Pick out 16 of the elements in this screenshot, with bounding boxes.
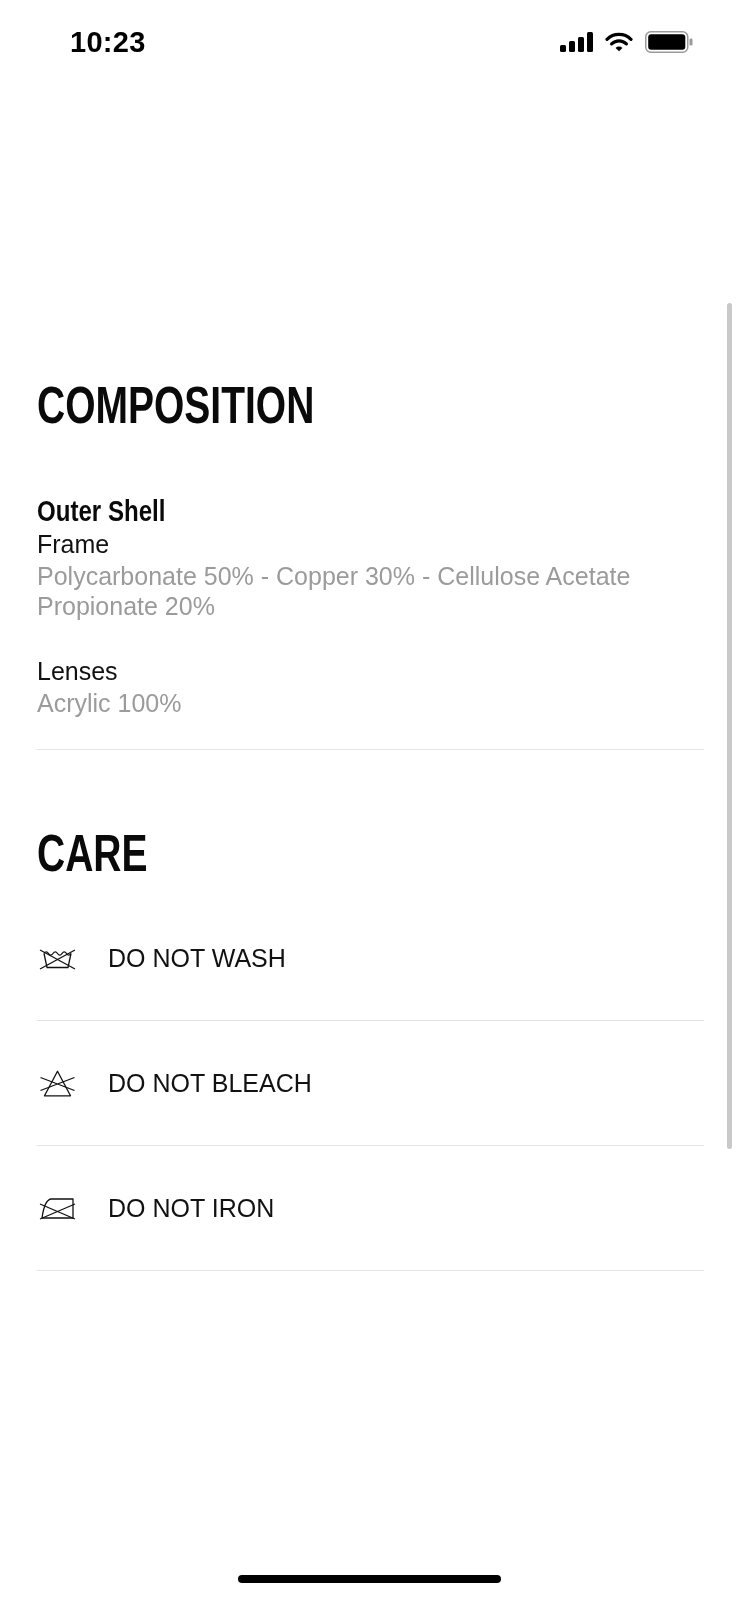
part-name: Lenses <box>37 656 119 687</box>
part-name: Frame <box>37 529 111 560</box>
crossed-triangle-icon <box>39 1069 76 1097</box>
battery-icon <box>645 31 693 53</box>
care-label: DO NOT WASH <box>108 943 286 973</box>
section-title: COMPOSITION <box>37 379 315 431</box>
care-label: DO NOT IRON <box>108 1193 275 1223</box>
crossed-iron-icon <box>39 1196 76 1220</box>
group-title: Outer Shell <box>37 494 166 528</box>
signal-icon <box>560 32 593 52</box>
wifi-icon <box>605 32 633 52</box>
care-label: DO NOT BLEACH <box>108 1068 312 1098</box>
status-time: 10:23 <box>70 27 146 57</box>
material-text: Polycarbonate 50% - Copper 30% - Cellulose Acetate Propionate 20% <box>37 561 632 621</box>
material-text: Acrylic 100% <box>37 688 183 718</box>
section-title: CARE <box>37 827 148 879</box>
